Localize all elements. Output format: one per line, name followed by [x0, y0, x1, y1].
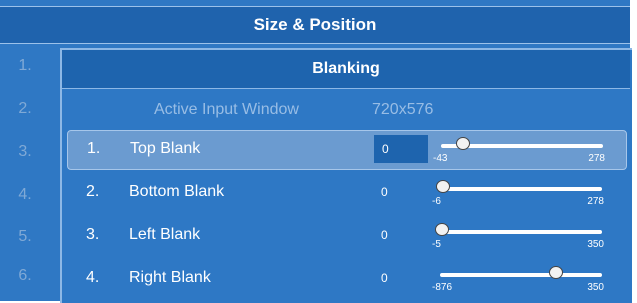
slider-max-label: 350	[587, 239, 604, 250]
active-input-window-value: 720x576	[372, 101, 434, 118]
slider-max-label: 278	[587, 196, 604, 207]
top-blank-slider[interactable]: -43 278	[433, 131, 611, 169]
outer-menu-item-5[interactable]: 5.	[10, 228, 40, 246]
window-title: Size & Position	[0, 6, 630, 44]
blank-row-bottom[interactable]: 2. Bottom Blank 0 -6 278	[67, 174, 627, 212]
slider-max-label: 278	[588, 153, 605, 164]
value-field[interactable]: 0	[373, 221, 427, 249]
outer-menu-item-3[interactable]: 3.	[10, 143, 40, 161]
row-number: 2.	[86, 183, 100, 200]
slider-thumb[interactable]	[549, 266, 563, 279]
right-blank-slider[interactable]: -876 350	[432, 260, 610, 298]
value-field[interactable]: 0	[373, 264, 427, 292]
bottom-blank-slider[interactable]: -6 278	[432, 174, 610, 212]
slider-track[interactable]	[440, 230, 602, 234]
row-number: 1.	[87, 140, 101, 157]
slider-thumb[interactable]	[436, 180, 450, 193]
slider-thumb[interactable]	[456, 137, 470, 150]
row-label: Bottom Blank	[129, 183, 225, 200]
left-blank-slider[interactable]: -5 350	[432, 217, 610, 255]
row-label: Right Blank	[129, 269, 211, 286]
outer-menu-item-1[interactable]: 1.	[10, 57, 40, 75]
slider-track[interactable]	[440, 273, 602, 277]
row-number: 3.	[86, 226, 100, 243]
slider-max-label: 350	[587, 282, 604, 293]
slider-track[interactable]	[440, 187, 602, 191]
blank-row-top[interactable]: 1. Top Blank 0 -43 278	[67, 130, 627, 170]
slider-min-label: -5	[432, 239, 441, 250]
row-label: Top Blank	[130, 140, 201, 157]
value-field[interactable]: 0	[373, 178, 427, 206]
slider-min-label: -43	[433, 153, 448, 164]
blank-row-left[interactable]: 3. Left Blank 0 -5 350	[67, 217, 627, 255]
row-label: Left Blank	[129, 226, 201, 243]
outer-menu-item-6[interactable]: 6.	[10, 267, 40, 285]
row-number: 4.	[86, 269, 100, 286]
blanking-dialog: Blanking Active Input Window 720x576 1. …	[60, 48, 632, 303]
slider-min-label: -6	[432, 196, 441, 207]
slider-min-label: -876	[432, 282, 453, 293]
outer-menu-item-4[interactable]: 4.	[10, 186, 40, 204]
dialog-title: Blanking	[62, 50, 630, 89]
active-input-window-label: Active Input Window	[154, 101, 299, 118]
slider-thumb[interactable]	[435, 223, 449, 236]
blank-row-right[interactable]: 4. Right Blank 0 -876 350	[67, 260, 627, 298]
value-field[interactable]: 0	[374, 135, 428, 163]
outer-menu-item-2[interactable]: 2.	[10, 100, 40, 118]
